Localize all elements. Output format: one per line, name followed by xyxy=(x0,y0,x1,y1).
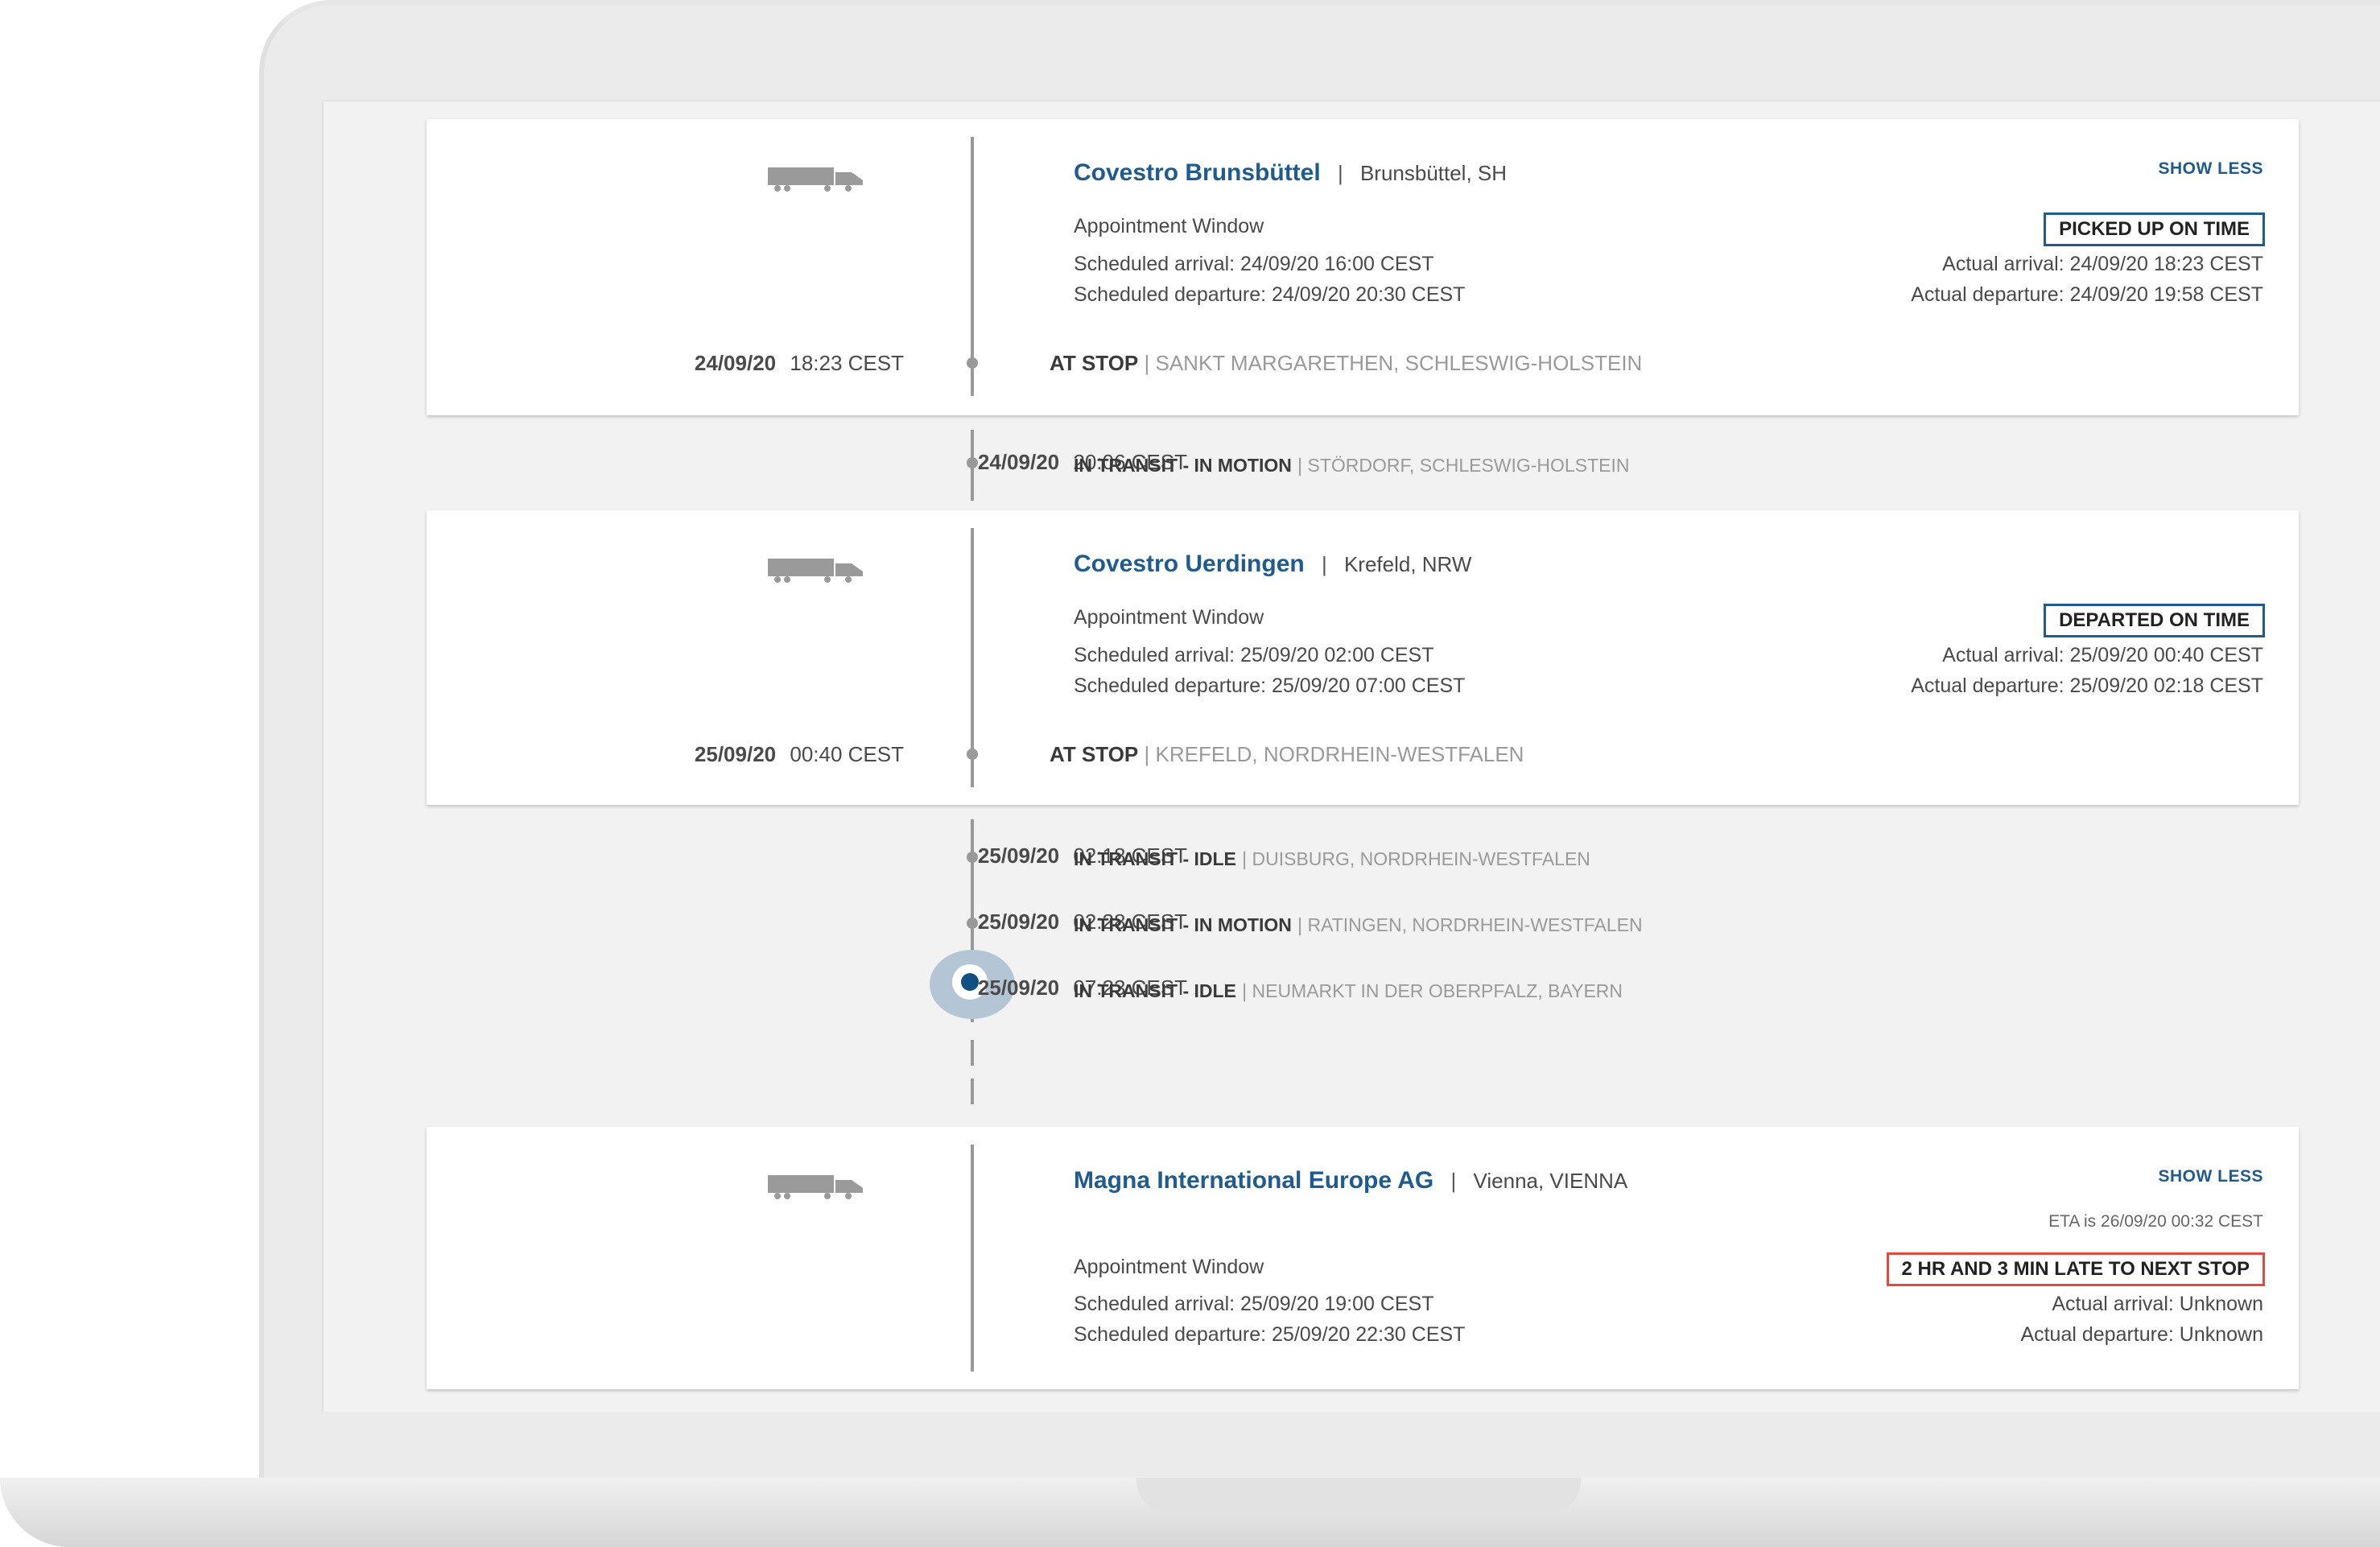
truck-icon xyxy=(768,1175,863,1199)
event-description: AT STOP | KREFELD, NORDRHEIN-WESTFALEN xyxy=(1050,742,1524,767)
transit-date: 25/09/20 xyxy=(977,844,1060,868)
separator: | xyxy=(1321,552,1327,576)
transit-date: 24/09/20 xyxy=(977,450,1060,474)
scheduled-departure: Scheduled departure: 25/09/20 07:00 CEST xyxy=(1074,674,1466,697)
timeline-dot xyxy=(967,918,978,929)
appointment-window-label: Appointment Window xyxy=(1074,215,1264,237)
stop-name[interactable]: Magna International Europe AG xyxy=(1074,1167,1433,1194)
transit-location: | NEUMARKT IN DER OBERPFALZ, BAYERN xyxy=(1242,980,1623,1001)
timeline-dot xyxy=(967,457,978,468)
timeline-dot xyxy=(967,749,978,760)
transit-type: IN TRANSIT - IDLE xyxy=(1074,848,1236,869)
event-type: AT STOP xyxy=(1050,742,1139,766)
shipment-timeline-screen: Covestro Brunsbüttel | Brunsbüttel, SH S… xyxy=(322,100,2380,1412)
separator: | xyxy=(1337,161,1343,185)
status-badge: PICKED UP ON TIME xyxy=(2044,212,2265,246)
actual-departure: Actual departure: Unknown xyxy=(2020,1323,2263,1346)
timeline-dot xyxy=(967,852,978,863)
timeline-dash xyxy=(971,1040,974,1066)
transit-description: IN TRANSIT - IDLE | NEUMARKT IN DER OBER… xyxy=(1074,978,1623,1003)
transit-location: | DUISBURG, NORDRHEIN-WESTFALEN xyxy=(1242,848,1590,869)
actual-arrival: Actual arrival: Unknown xyxy=(2052,1293,2263,1315)
appointment-window-label: Appointment Window xyxy=(1074,1256,1264,1278)
stop-location: Brunsbüttel, SH xyxy=(1359,161,1508,185)
event-description: AT STOP | SANKT MARGARETHEN, SCHLESWIG-H… xyxy=(1050,351,1642,376)
event-location: | SANKT MARGARETHEN, SCHLESWIG-HOLSTEIN xyxy=(1144,351,1643,375)
truck-icon xyxy=(768,559,863,583)
status-badge: 2 HR AND 3 MIN LATE TO NEXT STOP xyxy=(1886,1252,2265,1286)
show-less-link[interactable]: SHOW LESS xyxy=(2158,1167,2263,1186)
scheduled-departure: Scheduled departure: 25/09/20 22:30 CEST xyxy=(1074,1323,1466,1346)
event-type: AT STOP xyxy=(1050,351,1139,375)
transit-location: | STÖRDORF, SCHLESWIG-HOLSTEIN xyxy=(1297,455,1630,476)
event-date: 24/09/20 xyxy=(694,351,777,375)
eta-text: ETA is 26/09/20 00:32 CEST xyxy=(2048,1212,2263,1231)
actual-arrival: Actual arrival: 24/09/20 18:23 CEST xyxy=(1942,253,2263,275)
truck-icon xyxy=(768,167,863,192)
separator: | xyxy=(1450,1169,1457,1193)
event-timestamp: 25/09/20 00:40 CEST xyxy=(695,742,904,767)
transit-type: IN TRANSIT - IDLE xyxy=(1074,980,1236,1001)
transit-location: | RATINGEN, NORDRHEIN-WESTFALEN xyxy=(1297,914,1643,935)
stop-card-2: Covestro Uerdingen | Krefeld, NRW Appoin… xyxy=(427,510,2299,805)
scheduled-arrival: Scheduled arrival: 24/09/20 16:00 CEST xyxy=(1074,253,1434,275)
timeline-dash xyxy=(971,1079,974,1104)
actual-departure: Actual departure: 25/09/20 02:18 CEST xyxy=(1911,674,2263,697)
actual-arrival: Actual arrival: 25/09/20 00:40 CEST xyxy=(1942,644,2263,666)
event-time: 00:40 CEST xyxy=(790,742,904,766)
laptop-notch xyxy=(1136,1478,1581,1513)
event-date: 25/09/20 xyxy=(694,742,777,766)
status-badge: DEPARTED ON TIME xyxy=(2044,604,2265,637)
transit-description: IN TRANSIT - IN MOTION | STÖRDORF, SCHLE… xyxy=(1074,452,1629,477)
transit-date: 25/09/20 xyxy=(977,976,1060,1000)
transit-description: IN TRANSIT - IN MOTION | RATINGEN, NORDR… xyxy=(1074,912,1643,937)
stop-card-3: Magna International Europe AG | Vienna, … xyxy=(427,1127,2299,1389)
scheduled-arrival: Scheduled arrival: 25/09/20 02:00 CEST xyxy=(1074,644,1434,666)
show-less-link[interactable]: SHOW LESS xyxy=(2158,159,2263,179)
stop-card-1: Covestro Brunsbüttel | Brunsbüttel, SH S… xyxy=(427,119,2299,415)
timeline-dot xyxy=(967,357,978,369)
transit-type: IN TRANSIT - IN MOTION xyxy=(1074,455,1292,476)
stop-name[interactable]: Covestro Brunsbüttel xyxy=(1074,159,1321,186)
scheduled-departure: Scheduled departure: 24/09/20 20:30 CEST xyxy=(1074,283,1466,306)
actual-departure: Actual departure: 24/09/20 19:58 CEST xyxy=(1911,283,2263,306)
stop-location: Vienna, VIENNA xyxy=(1473,1169,1628,1193)
event-time: 18:23 CEST xyxy=(790,351,904,375)
scheduled-arrival: Scheduled arrival: 25/09/20 19:00 CEST xyxy=(1074,1293,1434,1315)
transit-description: IN TRANSIT - IDLE | DUISBURG, NORDRHEIN-… xyxy=(1074,846,1590,871)
event-location: | KREFELD, NORDRHEIN-WESTFALEN xyxy=(1144,742,1524,766)
stop-location: Krefeld, NRW xyxy=(1343,552,1472,576)
transit-date: 25/09/20 xyxy=(977,910,1060,934)
transit-type: IN TRANSIT - IN MOTION xyxy=(1074,914,1292,935)
appointment-window-label: Appointment Window xyxy=(1074,606,1264,629)
stop-name[interactable]: Covestro Uerdingen xyxy=(1074,551,1305,577)
event-timestamp: 24/09/20 18:23 CEST xyxy=(695,351,904,376)
timeline-line xyxy=(971,1145,974,1372)
